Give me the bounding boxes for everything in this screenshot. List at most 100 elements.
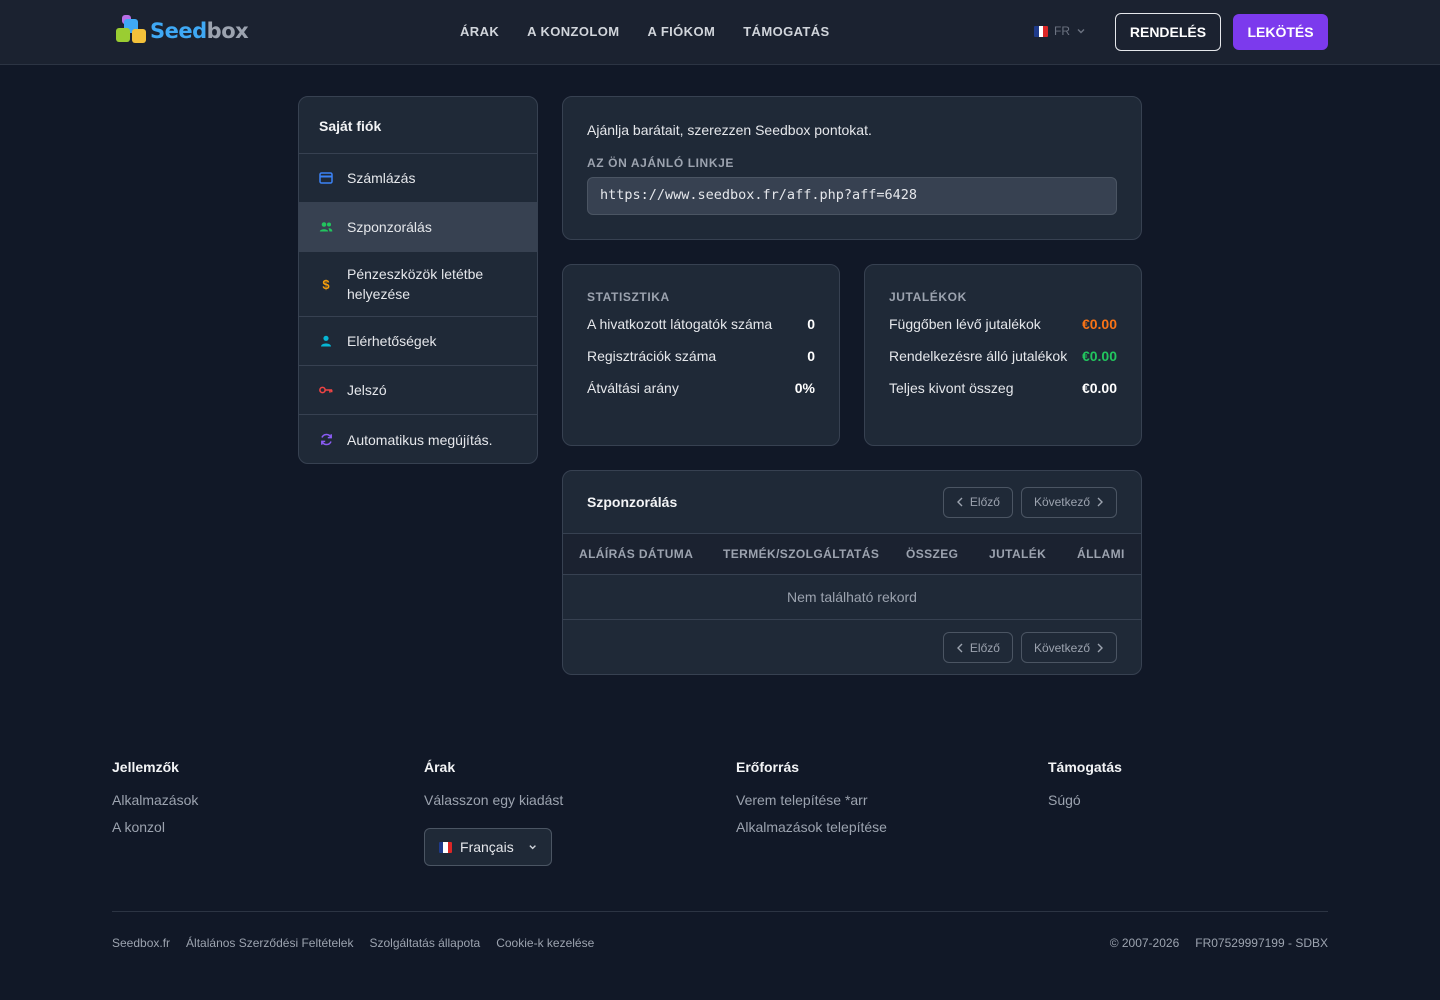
chevron-down-icon: [1077, 29, 1085, 34]
footer-col-support: Támogatás Súgó: [1048, 759, 1122, 819]
legal-link-status[interactable]: Szolgáltatás állapota: [369, 936, 480, 950]
language-code: FR: [1054, 24, 1070, 38]
language-select-value: Français: [460, 839, 514, 855]
footer-col-features: Jellemzők Alkalmazások A konzol: [112, 759, 198, 846]
footer-link-arr-stack[interactable]: Verem telepítése *arr: [736, 792, 887, 808]
footer-link-help[interactable]: Súgó: [1048, 792, 1122, 808]
sidebar-item-label: Automatikus megújítás.: [347, 431, 493, 448]
stat-label: A hivatkozott látogatók száma: [587, 316, 773, 332]
chevron-left-icon: [956, 497, 963, 507]
stat-row-conversion: Átváltási arány 0%: [587, 380, 815, 400]
nav-account[interactable]: A FIÓKOM: [648, 24, 716, 39]
sidebar-item-password[interactable]: Jelszó: [299, 366, 537, 415]
column-header-signup-date[interactable]: ALÁÍRÁS DÁTUMA: [579, 547, 693, 561]
nav-console[interactable]: A KONZOLOM: [527, 24, 619, 39]
prev-label: Előző: [969, 640, 1000, 655]
commission-row-withdrawn: Teljes kivont összeg €0.00: [889, 380, 1117, 400]
statistics-title: STATISZTIKA: [587, 290, 670, 304]
footer-link-install-apps[interactable]: Alkalmazások telepítése: [736, 819, 887, 835]
logo-cubes-icon: [114, 15, 148, 47]
chevron-right-icon: [1097, 497, 1103, 507]
commission-label: Függőben lévő jutalékok: [889, 316, 1041, 332]
next-label: Következő: [1033, 640, 1090, 655]
legal-link-home[interactable]: Seedbox.fr: [112, 936, 170, 950]
legal-links: Seedbox.fr Általános Szerződési Feltétel…: [112, 936, 594, 950]
legal-link-cookies[interactable]: Cookie-k kezelése: [496, 936, 594, 950]
stat-label: Átváltási arány: [587, 380, 679, 396]
logo-text: Seedbox: [150, 19, 249, 43]
commission-row-pending: Függőben lévő jutalékok €0.00: [889, 316, 1117, 336]
column-header-status[interactable]: ÁLLAMI: [1077, 547, 1125, 561]
prev-page-button[interactable]: Előző: [942, 632, 1013, 663]
sidebar-item-contacts[interactable]: Elérhetőségek: [299, 317, 537, 366]
commission-row-available: Rendelkezésre álló jutalékok €0.00: [889, 348, 1117, 368]
footer-divider: [112, 911, 1328, 912]
french-flag-icon: [1034, 25, 1048, 37]
sidebar-item-deposit[interactable]: $ Pénzeszközök letétbe helyezése: [299, 252, 537, 317]
key-icon: [319, 383, 333, 397]
next-page-button[interactable]: Következő: [1020, 632, 1117, 663]
pagination-bottom: Előző Következő: [942, 632, 1117, 663]
table-columns: ALÁÍRÁS DÁTUMA TERMÉK/SZOLGÁLTATÁS ÖSSZE…: [563, 534, 1141, 575]
user-icon: [319, 334, 333, 348]
column-header-product[interactable]: TERMÉK/SZOLGÁLTATÁS: [723, 547, 879, 561]
table-title: Szponzorálás: [587, 494, 678, 510]
commission-label: Rendelkezésre álló jutalékok: [889, 348, 1068, 364]
sidebar-item-label: Pénzeszközök letétbe helyezése: [347, 266, 484, 302]
sidebar-item-label: Jelszó: [347, 382, 387, 398]
footer-link-choose-edition[interactable]: Válasszon egy kiadást: [424, 792, 563, 808]
footer-link-console[interactable]: A konzol: [112, 819, 198, 835]
statistics-card: STATISZTIKA A hivatkozott látogatók szám…: [562, 264, 840, 446]
sidebar-title: Saját fiók: [299, 97, 537, 154]
referral-link-label: AZ ÖN AJÁNLÓ LINKJE: [587, 156, 734, 170]
footer-language-select[interactable]: Français: [424, 828, 552, 866]
footer-col-title: Árak: [424, 759, 456, 775]
referral-link-field[interactable]: https://www.seedbox.fr/aff.php?aff=6428: [587, 177, 1117, 215]
sponsorship-table-card: Szponzorálás Előző Következő ALÁÍRÁS DÁT…: [562, 470, 1142, 675]
column-header-amount[interactable]: ÖSSZEG: [906, 547, 958, 561]
nav-pricing[interactable]: ÁRAK: [460, 24, 499, 39]
refresh-icon: [319, 433, 333, 447]
sidebar-item-auto-renew[interactable]: Automatikus megújítás.: [299, 415, 537, 463]
footer-link-apps[interactable]: Alkalmazások: [112, 792, 198, 808]
stat-value: 0: [807, 316, 815, 332]
pagination-top: Előző Következő: [942, 486, 1117, 518]
language-switcher[interactable]: FR: [1034, 24, 1086, 38]
dollar-icon: $: [322, 276, 330, 292]
stat-label: Regisztrációk száma: [587, 348, 717, 364]
stat-row-visitors: A hivatkozott látogatók száma 0: [587, 316, 815, 336]
next-label: Következő: [1033, 495, 1090, 509]
stat-value: 0: [807, 348, 815, 364]
legal-info: © 2007-2026 FR07529997199 - SDBX: [1110, 936, 1328, 950]
sidebar-item-billing[interactable]: Számlázás: [299, 154, 537, 203]
commission-label: Teljes kivont összeg: [889, 380, 1014, 396]
legal-link-terms[interactable]: Általános Szerződési Feltételek: [186, 936, 353, 950]
order-button[interactable]: RENDELÉS: [1115, 13, 1221, 51]
sidebar-item-sponsorship[interactable]: Szponzorálás: [299, 203, 537, 252]
chevron-right-icon: [1097, 643, 1103, 652]
table-footer: Előző Következő: [563, 620, 1141, 674]
nav-support[interactable]: TÁMOGATÁS: [743, 24, 829, 39]
credit-card-icon: [319, 171, 333, 185]
users-icon: [319, 220, 333, 234]
stat-value: 0%: [794, 380, 815, 396]
commission-value: €0.00: [1081, 348, 1117, 364]
empty-table-message: Nem található rekord: [563, 575, 1141, 620]
next-page-button[interactable]: Következő: [1020, 486, 1117, 518]
chevron-left-icon: [956, 643, 963, 652]
copyright: © 2007-2026: [1109, 936, 1180, 950]
referral-intro: Ajánlja barátait, szerezzen Seedbox pont…: [587, 122, 872, 138]
footer-col-resources: Erőforrás Verem telepítése *arr Alkalmaz…: [736, 759, 887, 846]
footer-col-title: Erőforrás: [736, 759, 800, 775]
subscribe-button[interactable]: LEKÖTÉS: [1233, 14, 1328, 50]
table-header-bar: Szponzorálás Előző Következő: [563, 471, 1141, 534]
referral-link-card: Ajánlja barátait, szerezzen Seedbox pont…: [562, 96, 1142, 240]
sidebar-item-label: Elérhetőségek: [347, 333, 437, 349]
seedbox-logo[interactable]: Seedbox: [114, 15, 249, 47]
prev-page-button[interactable]: Előző: [942, 486, 1013, 518]
commission-value: €0.00: [1081, 380, 1117, 396]
column-header-commission[interactable]: JUTALÉK: [989, 547, 1046, 561]
footer-col-title: Támogatás: [1048, 759, 1122, 775]
footer-col-title: Jellemzők: [112, 759, 179, 775]
main-nav: ÁRAK A KONZOLOM A FIÓKOM TÁMOGATÁS: [460, 24, 830, 39]
